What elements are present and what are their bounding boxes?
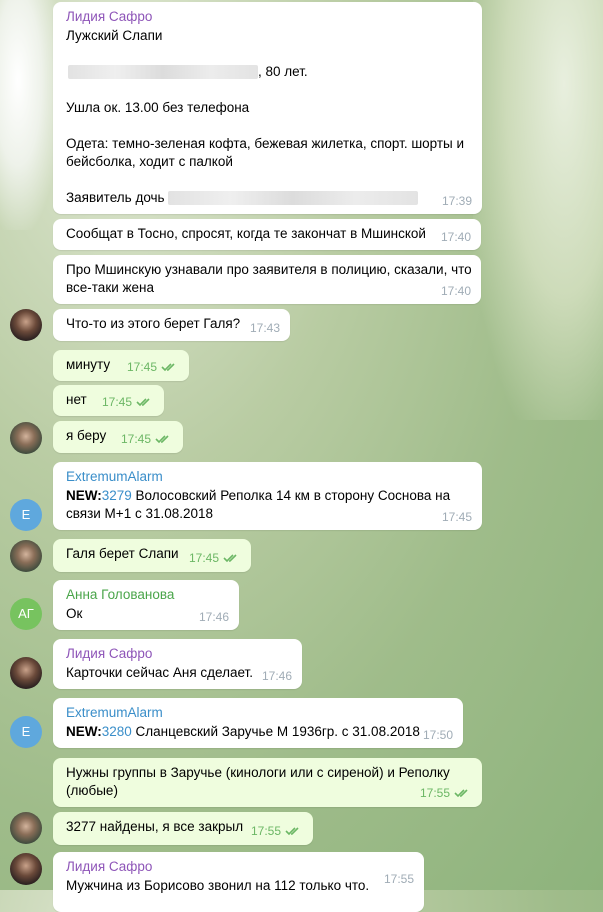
message-time: 17:39 <box>441 194 472 208</box>
sender-name[interactable]: ExtremumAlarm <box>66 704 450 722</box>
message-bubble[interactable]: Про Мшинскую узнавали про заявителя в по… <box>53 255 481 304</box>
message-time: 17:45 <box>189 549 241 568</box>
avatar[interactable]: АГ <box>10 598 42 630</box>
double-check-icon <box>285 823 303 841</box>
message-text: (любые) <box>66 783 118 798</box>
message-time: 17:55 <box>420 784 472 803</box>
message-text: Ушла ок. 13.00 без телефона <box>66 100 250 115</box>
message-bubble[interactable]: Галя берет Слапи 17:45 <box>53 539 251 572</box>
message-time: 17:46 <box>198 610 229 624</box>
alert-link[interactable]: 3280 <box>102 724 132 739</box>
message-bubble[interactable]: минуту 17:45 <box>53 350 189 381</box>
message-text: Сообщат в Тосно, спросят, когда те закон… <box>66 226 426 241</box>
message-text: бейсболка, ходит с палкой <box>66 154 233 169</box>
message-text: Нужны группы в Заручье (кинологи или с с… <box>66 765 450 780</box>
message-bubble[interactable]: Нужны группы в Заручье (кинологи или с с… <box>53 758 482 807</box>
message-time: 17:45 <box>441 510 472 524</box>
sender-name[interactable]: Анна Голованова <box>66 586 226 604</box>
message-text: Заявитель дочь <box>66 189 469 207</box>
sender-name[interactable]: ExtremumAlarm <box>66 468 469 486</box>
message-time: 17:40 <box>440 230 471 244</box>
message-text: Что-то из этого берет Галя? <box>66 316 241 331</box>
sender-name[interactable]: Лидия Сафро <box>66 8 469 26</box>
message-text: Мужчина из Борисово звонил на 112 только… <box>66 878 370 893</box>
sender-name[interactable]: Лидия Сафро <box>66 858 411 876</box>
avatar[interactable] <box>10 309 42 341</box>
message-text: Про Мшинскую узнавали про заявителя в по… <box>66 262 472 277</box>
message-time: 17:55 <box>383 872 414 886</box>
avatar[interactable]: E <box>10 716 42 748</box>
avatar[interactable] <box>10 540 42 572</box>
avatar[interactable] <box>10 812 42 844</box>
message-text: связи М+1 с 31.08.2018 <box>66 506 214 521</box>
redacted-text <box>168 191 419 206</box>
message-time: 17:50 <box>422 728 453 742</box>
message-bubble[interactable]: Лидия Сафро Мужчина из Борисово звонил н… <box>53 852 424 912</box>
message-time: 17:45 <box>121 430 173 449</box>
message-text: Одета: темно-зеленая кофта, бежевая жиле… <box>66 136 465 151</box>
message-time: 17:46 <box>261 669 292 683</box>
background-flower-left <box>0 0 60 230</box>
message-bubble[interactable]: я беру 17:45 <box>53 421 183 453</box>
message-time: 17:45 <box>102 393 154 412</box>
message-bubble[interactable]: ExtremumAlarm NEW:3279 Волосовский Репол… <box>53 462 482 530</box>
double-check-icon <box>454 785 472 803</box>
message-bubble[interactable]: Что-то из этого берет Галя? 17:43 <box>53 309 290 341</box>
message-bubble[interactable]: ExtremumAlarm NEW:3280 Сланцевский Заруч… <box>53 698 463 748</box>
sender-name[interactable]: Лидия Сафро <box>66 645 289 663</box>
message-bubble[interactable]: Лидия Сафро Лужский Слапи , 80 лет. Ушла… <box>53 2 482 214</box>
background-flower-right <box>473 0 603 420</box>
avatar[interactable] <box>10 422 42 454</box>
double-check-icon <box>223 550 241 568</box>
message-bubble[interactable]: нет 17:45 <box>53 385 164 416</box>
double-check-icon <box>161 359 179 377</box>
message-bubble[interactable]: Сообщат в Тосно, спросят, когда те закон… <box>53 219 481 250</box>
message-bubble[interactable]: Анна Голованова Ок 17:46 <box>53 580 239 630</box>
double-check-icon <box>136 394 154 412</box>
message-text: NEW:3279 Волосовский Реполка 14 км в сто… <box>66 488 451 503</box>
message-text: Лужский Слапи <box>66 28 163 43</box>
message-text: NEW:3280 Сланцевский Заручье М 1936гр. с… <box>66 724 420 739</box>
double-check-icon <box>155 431 173 449</box>
message-text: Карточки сейчас Аня сделает. <box>66 665 253 680</box>
message-time: 17:55 <box>251 822 303 841</box>
avatar[interactable] <box>10 657 42 689</box>
message-text: все-таки жена <box>66 280 155 295</box>
message-time: 17:43 <box>249 321 280 335</box>
message-time: 17:45 <box>127 358 179 377</box>
message-bubble[interactable]: 3277 найдены, я все закрыл 17:55 <box>53 812 313 845</box>
avatar[interactable]: E <box>10 499 42 531</box>
message-text: , 80 лет. <box>66 63 469 81</box>
message-time: 17:40 <box>440 284 471 298</box>
alert-link[interactable]: 3279 <box>102 488 132 503</box>
redacted-text <box>68 65 258 80</box>
message-bubble[interactable]: Лидия Сафро Карточки сейчас Аня сделает.… <box>53 639 302 689</box>
avatar[interactable] <box>10 853 42 885</box>
